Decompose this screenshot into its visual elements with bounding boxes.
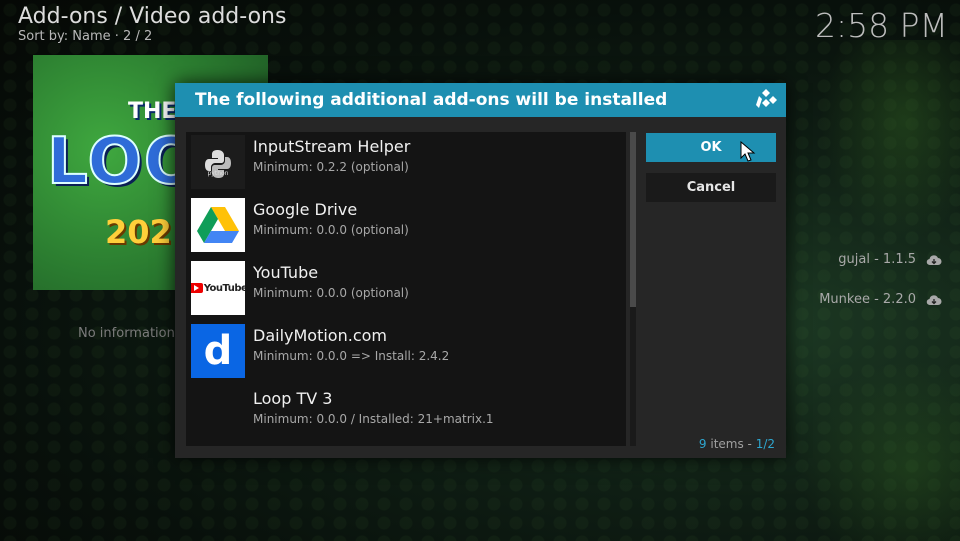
addon-name: Google Drive — [253, 200, 358, 219]
poster-text: 202 — [105, 213, 172, 251]
addon-detail: Minimum: 0.0.0 => Install: 2.4.2 — [253, 349, 450, 363]
list-item[interactable]: YouTube YouTube Minimum: 0.0.0 (optional… — [186, 258, 626, 320]
poster-text: THE — [128, 99, 177, 124]
addon-detail: Minimum: 0.0.0 / Installed: 21+matrix.1 — [253, 412, 494, 426]
dailymotion-logo-text: d — [203, 328, 233, 374]
page-indicator: 1/2 — [755, 437, 775, 451]
page-title: Add-ons / Video add-ons — [18, 4, 287, 29]
cloud-download-icon — [926, 294, 942, 305]
background-glow — [800, 360, 960, 541]
sort-info: Sort by: Name · 2 / 2 — [18, 29, 153, 44]
item-count-label: items - — [706, 437, 756, 451]
list-item[interactable]: Munkee - 2.2.0 — [819, 292, 942, 307]
item-count-number: 9 — [698, 437, 707, 451]
addon-list[interactable]: python InputStream Helper Minimum: 0.2.2… — [186, 132, 626, 446]
dialog-header: The following additional add-ons will be… — [175, 83, 786, 117]
list-item-label: Munkee - 2.2.0 — [819, 292, 916, 307]
python-icon: python — [191, 135, 245, 189]
addon-detail: Minimum: 0.0.0 (optional) — [253, 223, 409, 237]
list-item-label: gujal - 1.1.5 — [838, 252, 916, 267]
list-item[interactable]: Google Drive Minimum: 0.0.0 (optional) — [186, 195, 626, 257]
youtube-icon: YouTube — [191, 261, 245, 315]
addon-name: DailyMotion.com — [253, 326, 387, 345]
list-item[interactable]: gujal - 1.1.5 — [838, 252, 942, 267]
addon-detail: Minimum: 0.0.0 (optional) — [253, 286, 409, 300]
list-item[interactable]: d DailyMotion.com Minimum: 0.0.0 => Inst… — [186, 321, 626, 383]
list-item[interactable]: python InputStream Helper Minimum: 0.2.2… — [186, 132, 626, 194]
addon-name: Loop TV 3 — [253, 389, 333, 408]
svg-text:python: python — [208, 170, 229, 177]
kodi-logo-icon — [756, 89, 777, 108]
mouse-cursor-icon — [740, 141, 756, 162]
dialog-title: The following additional add-ons will be… — [195, 90, 668, 110]
youtube-logo-text: YouTube — [203, 282, 245, 294]
clock: 2:58 PM — [815, 6, 948, 45]
addon-description: No information a — [78, 326, 187, 341]
background-glow — [820, 40, 960, 240]
scrollbar-thumb[interactable] — [630, 132, 636, 307]
cancel-button[interactable]: Cancel — [646, 173, 776, 202]
addon-name: InputStream Helper — [253, 137, 411, 156]
dailymotion-icon: d — [191, 324, 245, 378]
list-item[interactable]: Loop TV 3 Minimum: 0.0.0 / Installed: 21… — [186, 384, 626, 446]
install-dialog: The following additional add-ons will be… — [175, 83, 786, 458]
item-count: 9 items - 1/2 — [699, 437, 775, 451]
addon-name: YouTube — [253, 263, 319, 282]
google-drive-icon — [191, 198, 245, 252]
list-scrollbar[interactable] — [630, 132, 636, 446]
ok-button[interactable]: OK — [646, 133, 776, 162]
cloud-download-icon — [926, 254, 942, 265]
addon-detail: Minimum: 0.2.2 (optional) — [253, 160, 409, 174]
